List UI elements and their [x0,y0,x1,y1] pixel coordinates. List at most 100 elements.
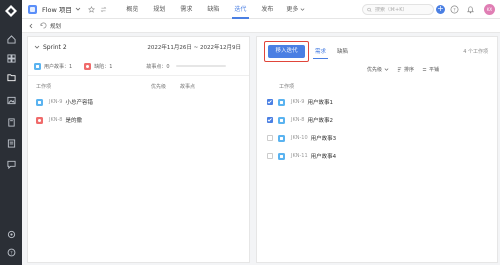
tab-releases[interactable]: 发布 [254,0,281,19]
filter-sort[interactable]: 排序 [397,66,414,73]
tab-iterations[interactable]: 迭代 [227,0,254,19]
top-bar: Flow 项目 概览 规划 需求 缺陷 迭代 发布 更多 + ? KX [22,0,500,19]
backlog-panel: 移入迭代 需求 缺陷 4 个工作项 优先级 排序 平铺 工作项 JKN-9 用户… [256,36,498,263]
tab-requirements[interactable]: 需求 [173,0,200,19]
table-row[interactable]: JKN-9 用户故事1 [257,94,497,110]
back-arrow-icon[interactable] [28,23,34,29]
story-icon [278,134,285,142]
row-checkbox[interactable] [267,99,273,105]
list-icon[interactable] [6,138,16,148]
tab-more-label: 更多 [286,5,299,13]
chevron-down-icon[interactable] [34,44,40,50]
add-icon[interactable]: + [436,5,445,14]
search-icon [367,7,372,12]
home-icon[interactable] [6,34,16,44]
table-row[interactable]: JKN-8 用户故事2 [257,112,497,128]
sprint-name: Sprint 2 [43,43,67,51]
table-row[interactable]: JKN-9 小总产容错 [28,94,249,110]
item-count: 4 个工作项 [463,49,488,55]
item-code: JKN-9 [291,99,305,105]
row-checkbox[interactable] [267,135,273,141]
filter-priority[interactable]: 优先级 [367,66,389,73]
book-icon[interactable] [6,117,16,127]
chevron-down-icon [301,7,305,11]
item-code: JKN-10 [291,135,308,141]
item-code: JKN-8 [49,117,63,123]
tab-overview[interactable]: 概览 [119,0,146,19]
bug-icon [84,62,92,70]
story-icon [278,152,285,160]
search-input[interactable] [375,6,433,13]
column-item: 工作项 [279,84,295,90]
svg-text:?: ? [453,7,456,13]
breadcrumb-label[interactable]: 规划 [50,22,61,30]
item-code: JKN-8 [291,117,305,123]
chevron-down-icon[interactable] [75,6,81,12]
column-item: 工作项 [36,84,52,90]
item-title[interactable]: 用户故事2 [307,116,333,124]
folder-icon[interactable] [2,69,20,85]
table-row[interactable]: JKN-11 用户故事4 [257,148,497,164]
divider [28,75,249,76]
filter-sort-label: 排序 [404,66,415,73]
item-title[interactable]: 是的撒 [65,116,82,124]
filter-priority-label: 优先级 [367,66,383,73]
sprint-header[interactable]: Sprint 2 2022年11月26日 ~ 2022年12月9日 [28,37,249,57]
item-code: JKN-11 [291,153,308,159]
stat-points-label: 故事点：0 [146,63,170,70]
table-row[interactable]: JKN-10 用户故事3 [257,130,497,146]
tab-bugs[interactable]: 缺陷 [337,47,348,57]
breadcrumb: 规划 [22,19,500,33]
chevron-down-icon [384,67,389,71]
star-icon[interactable] [87,5,95,13]
settings-icon[interactable] [6,229,16,239]
help-icon[interactable]: ? [6,247,16,257]
help-icon[interactable]: ? [450,5,459,14]
column-points: 故事点 [180,84,196,90]
filter-level-label: 平铺 [429,66,440,73]
row-checkbox[interactable] [267,117,273,123]
points-progress-bar [175,65,226,67]
story-icon [278,98,285,106]
sprint-stats: 用户故事：1 缺陷：1 故事点：0 [34,61,248,71]
tab-bugs[interactable]: 缺陷 [200,0,227,19]
tab-planning[interactable]: 规划 [146,0,173,19]
sprint-date-range: 2022年11月26日 ~ 2022年12月9日 [147,45,241,51]
filter-bar: 优先级 排序 平铺 [257,64,497,74]
table-row[interactable]: JKN-8 是的撒 [28,112,249,128]
layers-icon [422,67,427,71]
project-name[interactable]: Flow 项目 [42,4,72,14]
column-priority: 优先级 [151,84,167,90]
sprint-panel: Sprint 2 2022年11月26日 ~ 2022年12月9日 用户故事：1… [27,36,250,263]
filter-level[interactable]: 平铺 [422,66,439,73]
item-code: JKN-9 [49,99,63,105]
switch-icon[interactable] [100,6,107,13]
search-box[interactable] [362,4,434,15]
sprint-icon [40,22,47,29]
app-logo-icon[interactable] [5,5,17,17]
bug-icon [36,116,43,124]
move-to-sprint-button[interactable]: 移入迭代 [268,45,305,58]
project-icon [28,4,37,14]
item-title[interactable]: 用户故事3 [311,134,337,142]
item-title[interactable]: 用户故事4 [311,152,337,160]
image-icon[interactable] [6,95,16,105]
tab-more[interactable]: 更多 [281,0,311,19]
stat-stories-label: 用户故事：1 [44,63,73,70]
bell-icon[interactable] [466,5,475,14]
nav-rail: ? [0,0,22,265]
chat-icon[interactable] [6,159,16,169]
grid-icon[interactable] [6,53,16,63]
story-icon [34,62,41,70]
story-icon [278,116,285,124]
tab-requirements[interactable]: 需求 [312,47,329,59]
story-icon [36,98,43,106]
row-checkbox[interactable] [267,153,273,159]
avatar[interactable]: KX [484,4,495,15]
project-tabs: 概览 规划 需求 缺陷 迭代 发布 更多 [119,0,311,19]
stat-points: 故事点：0 [146,63,169,70]
item-title[interactable]: 用户故事1 [307,98,333,106]
sort-icon [397,67,402,71]
item-title[interactable]: 小总产容错 [65,98,93,106]
stat-bugs-label: 缺陷：1 [94,63,113,70]
